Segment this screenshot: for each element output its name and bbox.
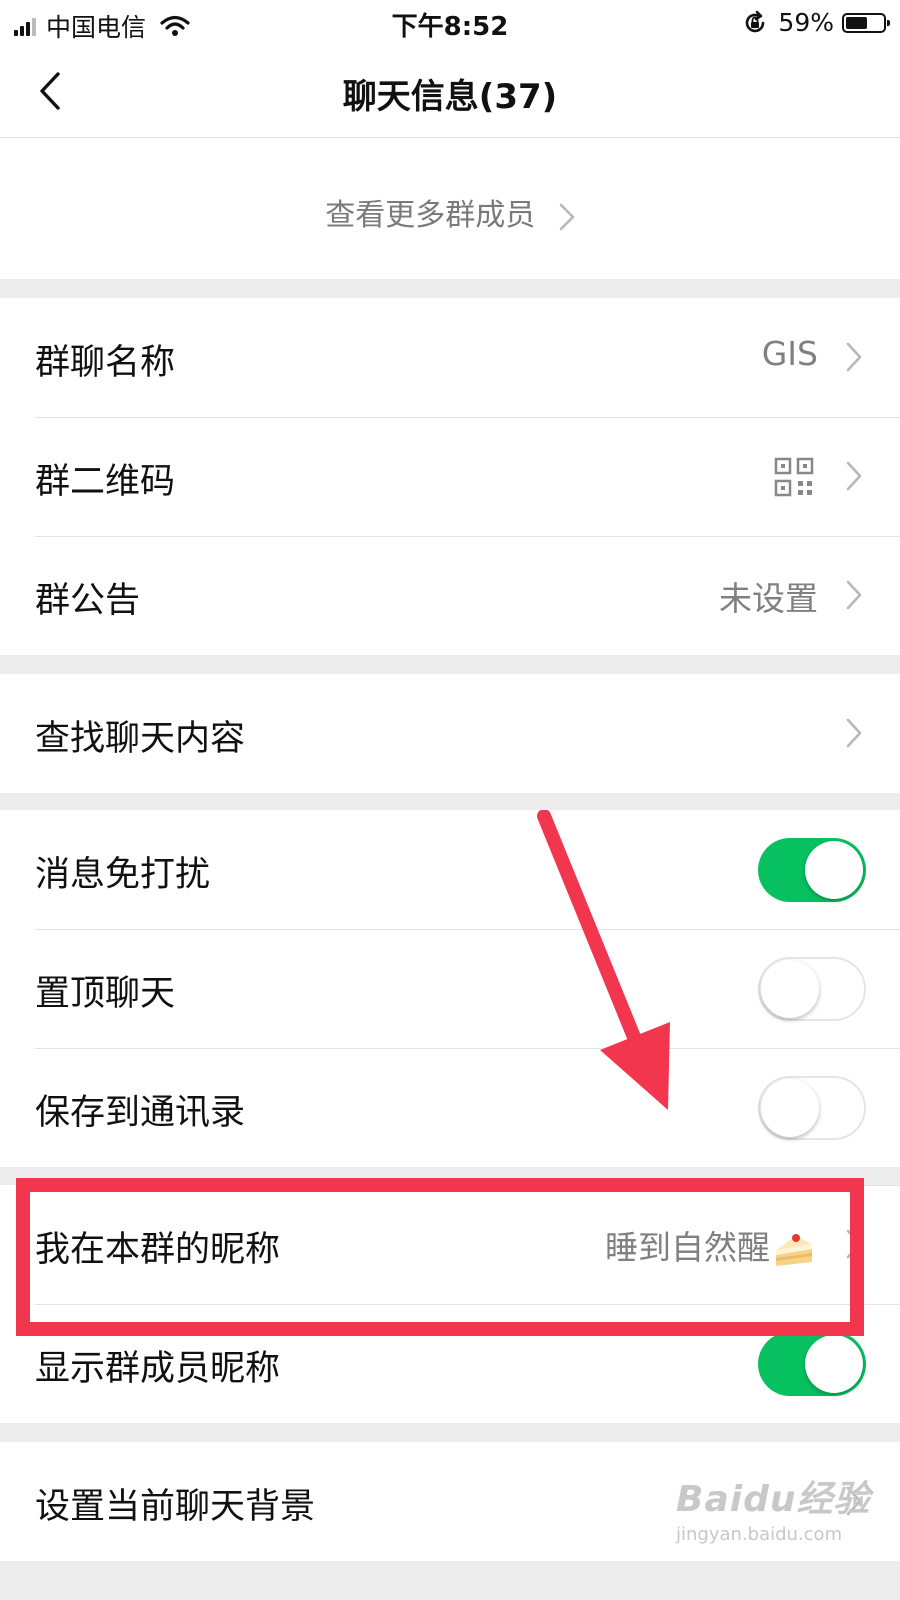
- page-title: 聊天信息(37): [342, 77, 558, 117]
- chevron-right-icon: [846, 718, 862, 748]
- search-chat-content-label: 查找聊天内容: [35, 719, 246, 759]
- group-announcement-row[interactable]: 群公告 未设置: [0, 536, 900, 655]
- battery-icon: [842, 12, 890, 33]
- chevron-right-icon: [846, 342, 862, 372]
- orientation-lock-icon: [746, 10, 765, 32]
- search-chat-content-row[interactable]: 查找聊天内容: [0, 674, 900, 793]
- group-name-label: 群聊名称: [35, 343, 176, 383]
- group-announcement-label: 群公告: [35, 581, 141, 621]
- chevron-right-icon: [846, 461, 862, 491]
- view-more-members-label: 查看更多群成员: [325, 198, 536, 233]
- group-name-row[interactable]: 群聊名称 GIS: [0, 298, 900, 417]
- annotation-highlight-box: [16, 1178, 864, 1336]
- save-to-contacts-label: 保存到通讯录: [35, 1093, 246, 1133]
- set-chat-background-label: 设置当前聊天背景: [35, 1487, 316, 1527]
- save-to-contacts-row: 保存到通讯录: [0, 1048, 900, 1167]
- sticky-on-top-toggle[interactable]: [758, 957, 866, 1021]
- battery-percent: 59%: [778, 8, 834, 37]
- mute-notifications-label: 消息免打扰: [35, 855, 211, 895]
- nav-bar: 聊天信息(37): [0, 46, 900, 138]
- annotation-arrow-icon: [537, 810, 670, 1110]
- mute-notifications-row: 消息免打扰: [0, 810, 900, 929]
- group-info-section: 群聊名称 GIS 群二维码 群公告 未设置: [0, 298, 900, 655]
- search-section: 查找聊天内容: [0, 674, 900, 793]
- watermark-url: jingyan.baidu.com: [676, 1524, 843, 1545]
- mute-notifications-toggle[interactable]: [758, 838, 866, 902]
- watermark-brand: Baidu经验: [676, 1479, 871, 1520]
- show-member-nicknames-label: 显示群成员昵称: [35, 1349, 281, 1389]
- status-bar: 中国电信 下午8:52 59%: [0, 0, 900, 46]
- view-more-members-link[interactable]: 查看更多群成员: [0, 190, 900, 234]
- save-to-contacts-toggle[interactable]: [758, 1076, 866, 1140]
- sticky-on-top-row: 置顶聊天: [0, 929, 900, 1048]
- sticky-on-top-label: 置顶聊天: [35, 974, 176, 1014]
- group-name-value: GIS: [761, 334, 818, 373]
- group-announcement-value: 未设置: [719, 579, 818, 618]
- show-member-nicknames-toggle[interactable]: [758, 1332, 866, 1396]
- baidu-watermark: Baidu经验 jingyan.baidu.com: [676, 1470, 870, 1545]
- chevron-right-icon: [559, 203, 575, 230]
- qr-code-icon: [774, 457, 814, 497]
- more-members-section: 查看更多群成员: [0, 138, 900, 279]
- chevron-right-icon: [846, 580, 862, 610]
- group-qr-code-label: 群二维码: [35, 462, 176, 502]
- group-qr-code-row[interactable]: 群二维码: [0, 417, 900, 536]
